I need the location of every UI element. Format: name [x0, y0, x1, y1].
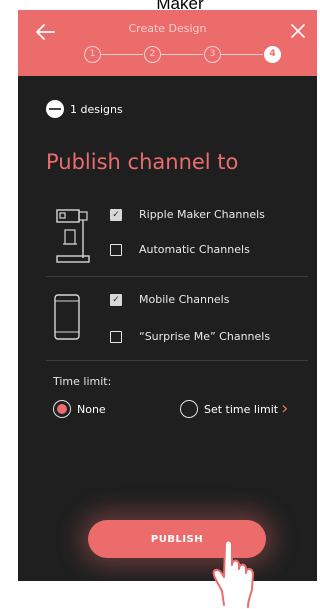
divider — [46, 360, 308, 361]
chevron-right-icon[interactable]: › — [281, 400, 288, 418]
option-surprise-me-channels[interactable]: “Surprise Me” Channels — [110, 330, 270, 343]
option-label: Ripple Maker Channels — [139, 208, 265, 221]
option-label: “Surprise Me” Channels — [139, 330, 271, 343]
radio-label: Set time limit — [204, 402, 279, 416]
option-label: Automatic Channels — [139, 243, 250, 256]
option-automatic-channels[interactable]: Automatic Channels — [110, 243, 250, 256]
step-2: 2 — [144, 46, 161, 63]
step-connector — [161, 54, 203, 55]
top-caption: Maker — [156, 0, 204, 13]
checkbox-checked[interactable]: ✓ — [110, 208, 122, 221]
step-indicator: 1 2 3 4 — [82, 46, 282, 66]
mobile-phone-icon — [54, 294, 80, 340]
step-3: 3 — [204, 46, 221, 63]
option-label: Mobile Channels — [139, 293, 230, 306]
header-bar: Create Design 1 2 3 4 — [18, 10, 317, 76]
close-icon[interactable] — [291, 24, 305, 38]
step-1: 1 — [84, 46, 101, 63]
publish-title: Publish channel to — [46, 150, 239, 174]
step-connector — [221, 54, 263, 55]
step-4-active: 4 — [264, 46, 281, 63]
designs-count: 1 designs — [46, 100, 123, 118]
checkbox-unchecked[interactable] — [110, 330, 122, 343]
radio-selected[interactable] — [53, 400, 71, 418]
radio-option-none[interactable]: None — [53, 400, 106, 418]
radio-label: None — [77, 402, 106, 416]
designs-count-text: 1 designs — [70, 102, 123, 116]
radio-option-set-time-limit[interactable]: Set time limit › — [180, 400, 288, 418]
option-mobile-channels[interactable]: ✓ Mobile Channels — [110, 293, 229, 306]
option-ripple-maker-channels[interactable]: ✓ Ripple Maker Channels — [110, 208, 265, 221]
phone-screen: Create Design 1 2 3 4 1 designs Publish … — [18, 10, 317, 581]
time-limit-label: Time limit: — [53, 375, 112, 388]
checkbox-unchecked[interactable] — [110, 243, 122, 256]
tap-hand-icon — [212, 531, 254, 608]
design-cup-icon — [46, 100, 64, 118]
radio-unselected[interactable] — [180, 400, 198, 418]
header-title: Create Design — [128, 22, 207, 35]
checkbox-checked[interactable]: ✓ — [110, 293, 122, 306]
ripple-maker-machine-icon — [56, 209, 90, 263]
step-connector — [101, 54, 143, 55]
divider — [46, 276, 308, 277]
